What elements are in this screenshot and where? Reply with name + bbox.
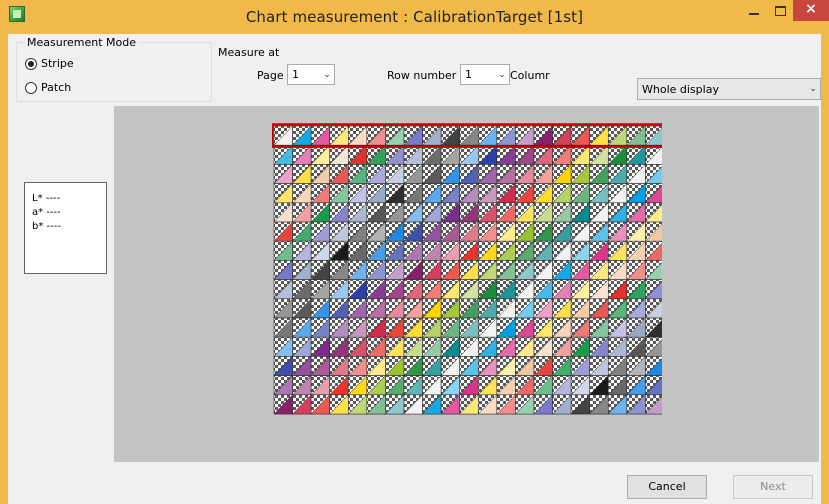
row-number-label: Row number [387, 69, 457, 82]
chart-measurement-window: Chart measurement : CalibrationTarget [1… [0, 0, 829, 504]
row-number-select-value: 1 [465, 68, 472, 81]
stripe-radio[interactable] [25, 57, 37, 70]
calibration-target-chart[interactable] [272, 122, 662, 434]
patch-radio[interactable] [25, 81, 37, 94]
stripe-radio-option[interactable]: Stripe [25, 57, 74, 70]
column-label: Columr [510, 69, 550, 82]
a-star-value: a* ---- [32, 207, 61, 218]
view-mode-value: Whole display [642, 82, 719, 96]
measure-at-label: Measure at [218, 46, 280, 59]
next-button[interactable]: Next [733, 475, 813, 499]
chevron-down-icon: ⌄ [809, 84, 817, 94]
page-select-value: 1 [292, 68, 299, 81]
window-title: Chart measurement : CalibrationTarget [1… [245, 8, 584, 26]
l-star-value: L* ---- [32, 193, 61, 204]
minimize-icon[interactable] [741, 0, 767, 21]
cancel-button[interactable]: Cancel [627, 475, 707, 499]
measurement-mode-group: Measurement Mode Stripe Patch [16, 36, 212, 102]
maximize-icon[interactable] [767, 0, 793, 21]
page-label: Page [257, 69, 284, 82]
stripe-label: Stripe [41, 57, 74, 70]
patch-radio-option[interactable]: Patch [25, 81, 71, 94]
lab-values-panel: L* ---- a* ---- b* ---- [24, 182, 107, 274]
close-icon[interactable]: × [793, 0, 829, 21]
chevron-down-icon: ⌄ [498, 69, 506, 80]
page-select[interactable]: 1 ⌄ [287, 64, 335, 85]
chevron-down-icon: ⌄ [323, 69, 331, 80]
row-number-select[interactable]: 1 ⌄ [460, 64, 510, 85]
view-mode-select[interactable]: Whole display ⌄ [637, 78, 821, 100]
b-star-value: b* ---- [32, 221, 61, 232]
measurement-mode-label: Measurement Mode [25, 36, 138, 49]
dialog-client: Measurement Mode Stripe Patch Measure at… [8, 34, 821, 504]
title-bar[interactable]: Chart measurement : CalibrationTarget [1… [0, 0, 829, 34]
patch-label: Patch [41, 81, 72, 94]
